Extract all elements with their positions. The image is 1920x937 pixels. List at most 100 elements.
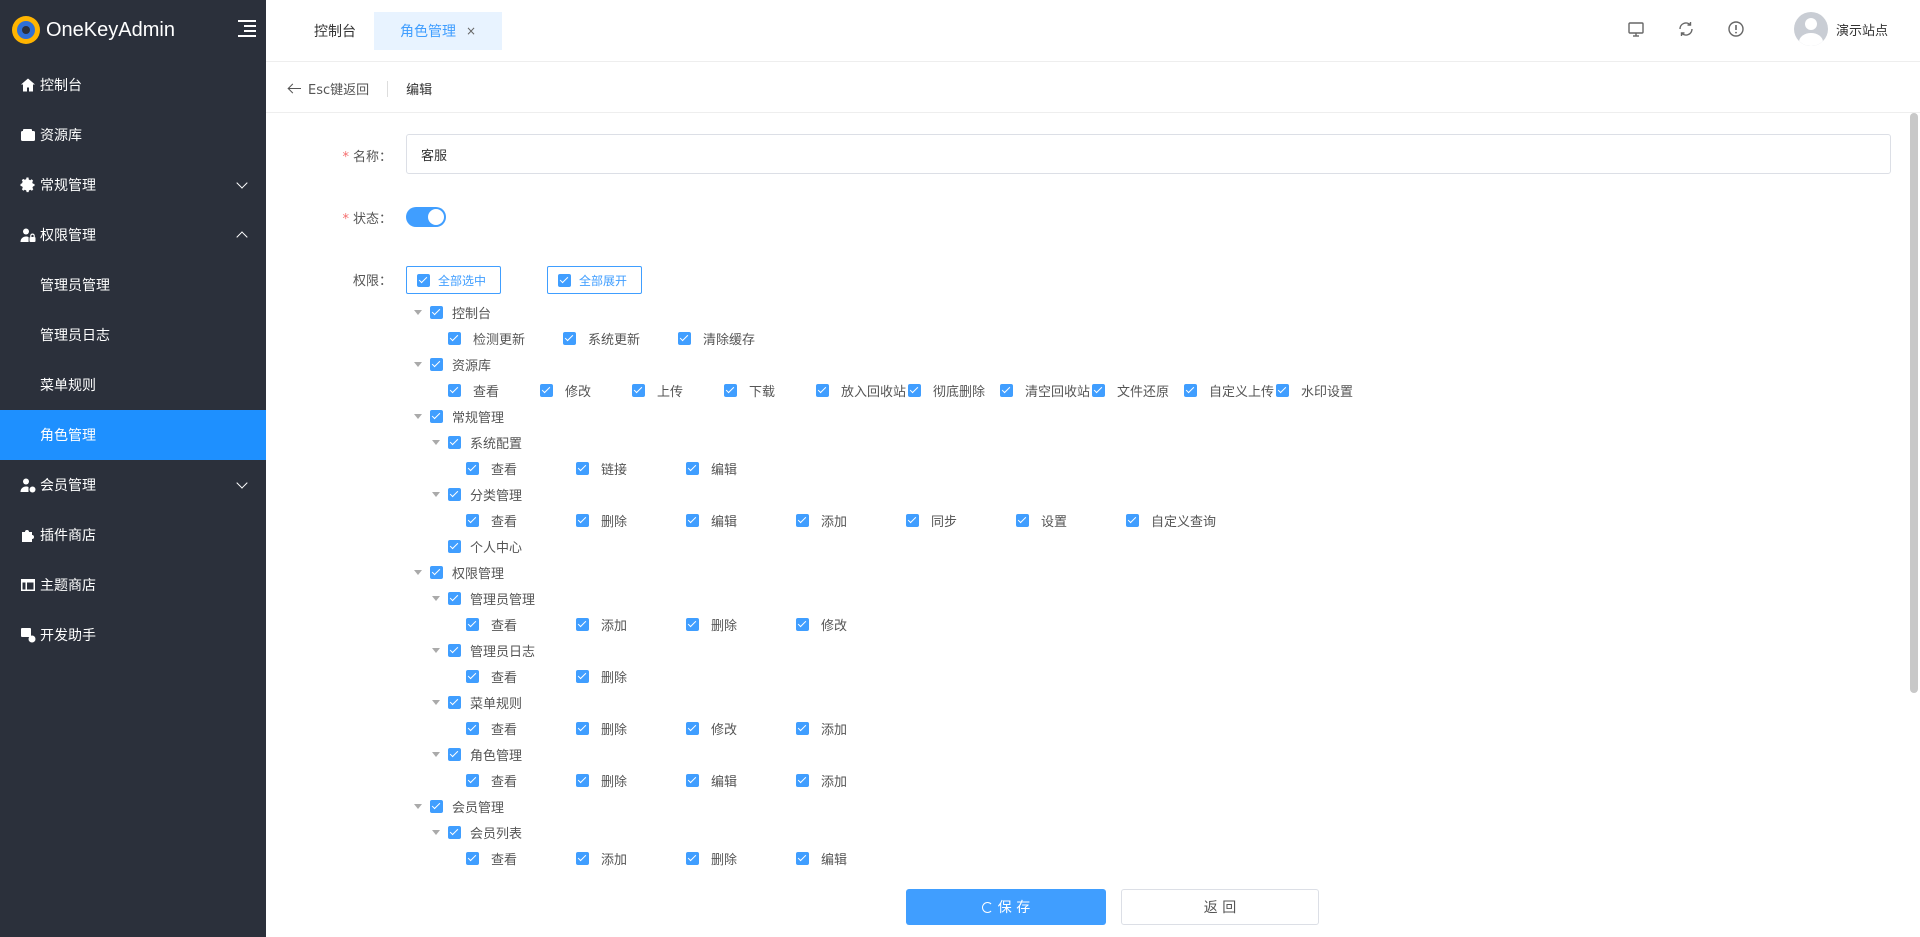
tree-leaf[interactable]: 修改 (686, 719, 737, 738)
tree-checkbox[interactable] (466, 617, 479, 631)
tree-checkbox[interactable] (466, 773, 479, 787)
caret-down-icon[interactable] (414, 569, 422, 575)
tree-node[interactable]: 资源库 (414, 355, 491, 374)
tree-checkbox[interactable] (448, 435, 461, 449)
tree-checkbox[interactable] (796, 513, 809, 527)
tree-leaf[interactable]: 查看 (466, 719, 517, 738)
tree-node[interactable]: 菜单规则 (432, 693, 522, 712)
tree-checkbox[interactable] (686, 851, 699, 865)
tree-checkbox[interactable] (576, 773, 589, 787)
tree-leaf[interactable]: 添加 (796, 511, 847, 530)
tree-checkbox[interactable] (686, 773, 699, 787)
tree-node[interactable]: 会员列表 (432, 823, 522, 842)
tree-leaf[interactable]: 链接 (576, 459, 627, 478)
caret-down-icon[interactable] (432, 751, 440, 757)
tree-leaf[interactable]: 编辑 (686, 771, 737, 790)
tree-leaf[interactable]: 添加 (796, 771, 847, 790)
tree-checkbox[interactable] (430, 305, 443, 319)
tree-leaf[interactable]: 放入回收站 (816, 381, 906, 400)
expand-all-button[interactable]: 全部展开 (547, 266, 643, 294)
tree-checkbox[interactable] (540, 383, 553, 397)
sidebar-subitem-2[interactable]: 菜单规则 (0, 360, 266, 410)
sidebar-item-7[interactable]: 开发助手 (0, 610, 266, 660)
sidebar-subitem-0[interactable]: 管理员管理 (0, 260, 266, 310)
tree-node[interactable]: 管理员管理 (432, 589, 535, 608)
esc-back-link[interactable]: Esc键返回 (308, 79, 369, 98)
sidebar-subitem-1[interactable]: 管理员日志 (0, 310, 266, 360)
tree-leaf[interactable]: 删除 (576, 719, 627, 738)
tree-node[interactable]: 管理员日志 (432, 641, 535, 660)
tree-checkbox[interactable] (448, 643, 461, 657)
tree-checkbox[interactable] (576, 851, 589, 865)
tree-leaf[interactable]: 下载 (724, 381, 775, 400)
caret-down-icon[interactable] (414, 309, 422, 315)
tree-checkbox[interactable] (448, 695, 461, 709)
tree-leaf[interactable]: 修改 (540, 381, 591, 400)
tree-leaf[interactable]: 修改 (796, 615, 847, 634)
caret-down-icon[interactable] (432, 439, 440, 445)
arrow-left-icon[interactable] (288, 83, 302, 95)
tree-checkbox[interactable] (1016, 513, 1029, 527)
tree-checkbox[interactable] (466, 513, 479, 527)
tree-checkbox[interactable] (448, 331, 461, 345)
tree-checkbox[interactable] (796, 721, 809, 735)
tree-checkbox[interactable] (678, 331, 691, 345)
tree-leaf[interactable]: 删除 (576, 667, 627, 686)
tree-leaf[interactable]: 查看 (466, 849, 517, 868)
info-icon[interactable] (1727, 20, 1745, 38)
tree-leaf[interactable]: 编辑 (686, 511, 737, 530)
tree-checkbox[interactable] (576, 721, 589, 735)
sidebar-item-2[interactable]: 常规管理 (0, 160, 266, 210)
caret-down-icon[interactable] (432, 699, 440, 705)
tree-checkbox[interactable] (1184, 383, 1197, 397)
sidebar-item-4[interactable]: 会员管理 (0, 460, 266, 510)
tree-checkbox[interactable] (430, 565, 443, 579)
caret-down-icon[interactable] (414, 361, 422, 367)
tree-checkbox[interactable] (448, 591, 461, 605)
tree-checkbox[interactable] (686, 617, 699, 631)
sidebar-item-5[interactable]: 插件商店 (0, 510, 266, 560)
sidebar-item-1[interactable]: 资源库 (0, 110, 266, 160)
tree-node[interactable]: 常规管理 (414, 407, 504, 426)
tree-checkbox[interactable] (430, 799, 443, 813)
tree-leaf[interactable]: 设置 (1016, 511, 1067, 530)
tree-checkbox[interactable] (796, 851, 809, 865)
tree-checkbox[interactable] (466, 851, 479, 865)
tree-leaf[interactable]: 系统更新 (563, 329, 640, 348)
tree-checkbox[interactable] (686, 513, 699, 527)
tree-checkbox[interactable] (796, 617, 809, 631)
tree-node[interactable]: 控制台 (414, 303, 491, 322)
tree-leaf[interactable]: 添加 (796, 719, 847, 738)
tree-checkbox[interactable] (816, 383, 829, 397)
tree-checkbox[interactable] (576, 513, 589, 527)
tree-checkbox[interactable] (1126, 513, 1139, 527)
tree-leaf[interactable]: 编辑 (686, 459, 737, 478)
tree-checkbox[interactable] (448, 825, 461, 839)
tree-leaf[interactable]: 添加 (576, 615, 627, 634)
tree-leaf[interactable]: 同步 (906, 511, 957, 530)
tree-leaf[interactable]: 查看 (466, 459, 517, 478)
tab-close-icon[interactable]: × (466, 24, 476, 38)
tree-leaf[interactable]: 编辑 (796, 849, 847, 868)
tree-leaf[interactable]: 删除 (576, 511, 627, 530)
tree-checkbox[interactable] (576, 617, 589, 631)
tree-leaf[interactable]: 水印设置 (1276, 381, 1353, 400)
sidebar-item-0[interactable]: 控制台 (0, 60, 266, 110)
tree-node[interactable]: 会员管理 (414, 797, 504, 816)
tree-node[interactable]: 权限管理 (414, 563, 504, 582)
tree-checkbox[interactable] (686, 461, 699, 475)
tree-checkbox[interactable] (906, 513, 919, 527)
tree-checkbox[interactable] (430, 357, 443, 371)
select-all-button[interactable]: 全部选中 (406, 266, 502, 294)
tree-checkbox[interactable] (908, 383, 921, 397)
tree-checkbox[interactable] (448, 539, 461, 553)
caret-down-icon[interactable] (432, 647, 440, 653)
tree-leaf[interactable]: 查看 (466, 511, 517, 530)
save-button[interactable]: 保 存 (906, 889, 1106, 925)
tree-leaf[interactable]: 添加 (576, 849, 627, 868)
tree-checkbox[interactable] (686, 721, 699, 735)
tree-leaf[interactable]: 查看 (448, 381, 499, 400)
tree-leaf[interactable]: 清空回收站 (1000, 381, 1090, 400)
back-button[interactable]: 返 回 (1121, 889, 1319, 925)
tree-checkbox[interactable] (466, 461, 479, 475)
